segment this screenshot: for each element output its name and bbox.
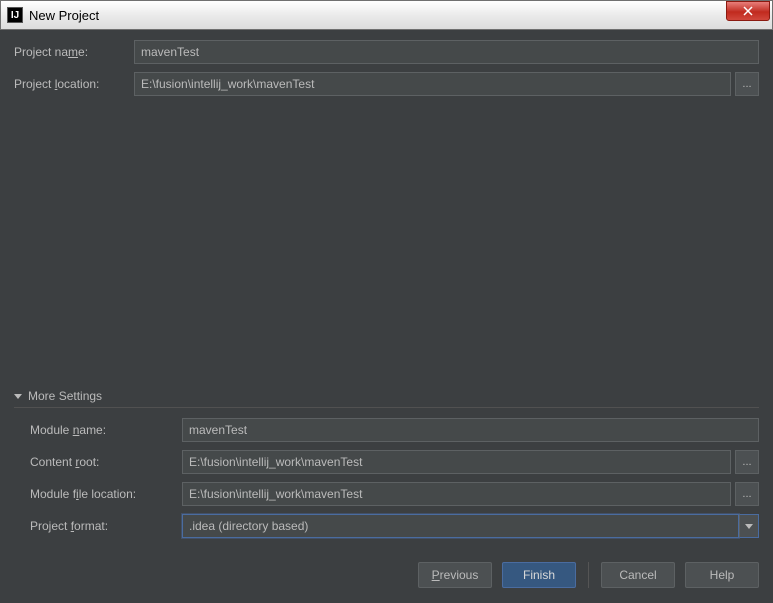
- project-format-value[interactable]: [182, 514, 739, 538]
- module-name-label: Module name:: [30, 423, 182, 437]
- module-name-input[interactable]: [182, 418, 759, 442]
- dialog-content: Project name: Project location: ... More…: [0, 30, 773, 588]
- more-settings-label: More Settings: [28, 389, 102, 403]
- content-root-input[interactable]: [182, 450, 731, 474]
- project-format-label: Project format:: [30, 519, 182, 533]
- project-location-row: Project location: ...: [14, 72, 759, 96]
- finish-button[interactable]: Finish: [502, 562, 576, 588]
- more-settings-toggle[interactable]: More Settings: [14, 389, 759, 403]
- titlebar: IJ New Project: [0, 0, 773, 30]
- module-name-row: Module name:: [30, 418, 759, 442]
- chevron-down-icon: [14, 394, 22, 399]
- cancel-button[interactable]: Cancel: [601, 562, 675, 588]
- module-file-location-label: Module file location:: [30, 487, 182, 501]
- more-settings-body: Module name: Content root: ... Module fi…: [14, 418, 759, 538]
- project-format-dropdown-button[interactable]: [739, 514, 759, 538]
- spacer: [14, 104, 759, 389]
- project-location-label: Project location:: [14, 77, 134, 91]
- separator: [14, 407, 759, 408]
- chevron-down-icon: [745, 524, 753, 529]
- window-title: New Project: [29, 8, 99, 23]
- app-icon: IJ: [7, 7, 23, 23]
- project-name-row: Project name:: [14, 40, 759, 64]
- content-root-row: Content root: ...: [30, 450, 759, 474]
- close-icon: [743, 6, 753, 16]
- button-separator: [588, 562, 589, 588]
- close-button[interactable]: [726, 1, 770, 21]
- project-location-input[interactable]: [134, 72, 731, 96]
- content-root-label: Content root:: [30, 455, 182, 469]
- help-button[interactable]: Help: [685, 562, 759, 588]
- module-file-location-row: Module file location: ...: [30, 482, 759, 506]
- project-location-browse-button[interactable]: ...: [735, 72, 759, 96]
- content-root-browse-button[interactable]: ...: [735, 450, 759, 474]
- module-file-location-input[interactable]: [182, 482, 731, 506]
- module-file-location-browse-button[interactable]: ...: [735, 482, 759, 506]
- project-format-row: Project format:: [30, 514, 759, 538]
- project-name-label: Project name:: [14, 45, 134, 59]
- project-name-input[interactable]: [134, 40, 759, 64]
- dialog-button-row: Previous Finish Cancel Help: [14, 562, 759, 588]
- project-format-select[interactable]: [182, 514, 759, 538]
- previous-button[interactable]: Previous: [418, 562, 492, 588]
